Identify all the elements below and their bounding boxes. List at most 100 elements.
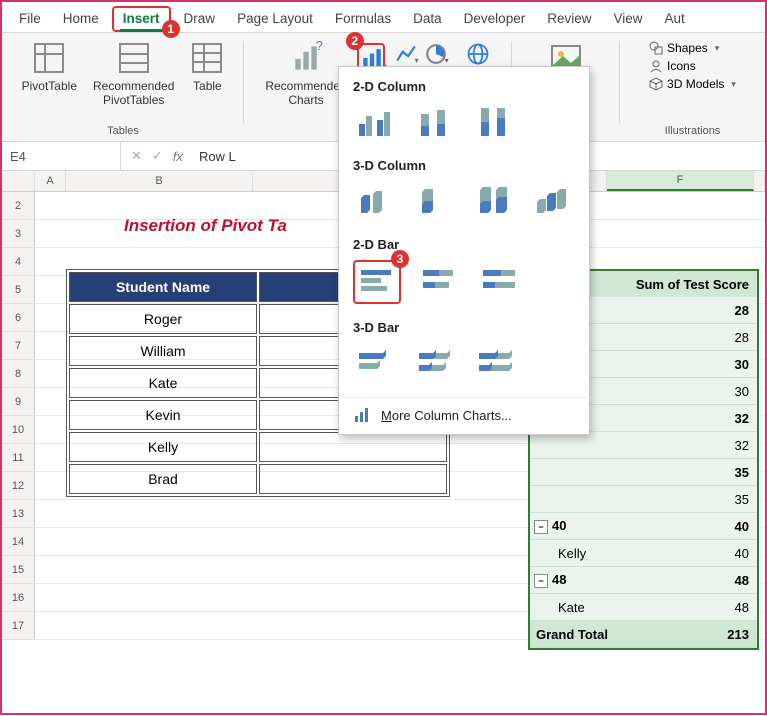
pivot-grand-total-val: 213 (701, 627, 757, 642)
col-header-B[interactable]: B (66, 171, 253, 191)
collapse-icon[interactable]: − (534, 520, 548, 534)
pivot-header-label: Sum of Test Score (636, 277, 749, 292)
chart-3d-100-stacked-bar[interactable] (473, 343, 517, 383)
chart-3d-clustered-bar[interactable] (353, 343, 397, 383)
tab-insert-label: Insert (123, 11, 160, 26)
pivot-val[interactable]: 32 (701, 438, 757, 453)
column-chart-icon (353, 406, 371, 424)
chart-3d-column[interactable] (532, 181, 576, 221)
pivot-val[interactable]: 30 (701, 384, 757, 399)
icons-icon (649, 59, 663, 73)
chart-clustered-column[interactable] (353, 102, 397, 142)
tab-developer[interactable]: Developer (453, 6, 537, 32)
cancel-icon[interactable]: ✕ (131, 148, 142, 164)
row-header[interactable]: 13 (2, 500, 34, 528)
student-cell[interactable]: William (69, 336, 257, 366)
table-button[interactable]: Table (184, 39, 230, 95)
svg-text:?: ? (316, 41, 323, 53)
tab-home[interactable]: Home (52, 6, 110, 32)
insert-pie-chart-button[interactable]: ▾ (425, 43, 445, 63)
enter-icon[interactable]: ✓ (152, 148, 163, 164)
pivot-val[interactable]: 48 (701, 600, 757, 615)
row-header[interactable]: 8 (2, 360, 34, 388)
callout-3: 3 (391, 250, 409, 268)
chart-3d-100-stacked-column[interactable] (472, 181, 516, 221)
shapes-button[interactable]: Shapes▾ (649, 41, 736, 55)
pivot-val[interactable]: 35 (701, 465, 757, 480)
tab-review[interactable]: Review (536, 6, 602, 32)
chart-3d-stacked-column[interactable] (413, 181, 457, 221)
row-header[interactable]: 14 (2, 528, 34, 556)
row-header[interactable]: 7 (2, 332, 34, 360)
insert-line-chart-button[interactable]: ▾ (395, 43, 415, 63)
maps-button[interactable] (459, 39, 497, 69)
cube-icon (649, 77, 663, 91)
icons-button[interactable]: Icons (649, 59, 736, 73)
row-header[interactable]: 6 (2, 304, 34, 332)
tab-formulas[interactable]: Formulas (324, 6, 402, 32)
recommended-pivot-button[interactable]: Recommended PivotTables (87, 39, 180, 109)
student-cell[interactable]: Roger (69, 304, 257, 334)
row-header[interactable]: 15 (2, 556, 34, 584)
col-header-F[interactable]: F (607, 171, 754, 191)
student-cell[interactable]: Kelly (69, 432, 257, 462)
pivot-val[interactable]: 40 (701, 546, 757, 561)
row-header[interactable]: 11 (2, 444, 34, 472)
row-header[interactable]: 12 (2, 472, 34, 500)
chart-stacked-column[interactable] (413, 102, 457, 142)
tab-data[interactable]: Data (402, 6, 453, 32)
pivot-val[interactable]: 30 (701, 357, 757, 372)
tab-pagelayout[interactable]: Page Layout (226, 6, 324, 32)
row-header[interactable]: 4 (2, 248, 34, 276)
chart-stacked-bar[interactable] (417, 260, 461, 300)
ribbon-tabs: File Home Insert 1 Draw Page Layout Form… (2, 2, 765, 33)
callout-2: 2 (346, 32, 364, 50)
row-header[interactable]: 5 (2, 276, 34, 304)
3d-models-button[interactable]: 3D Models▾ (649, 77, 736, 91)
chart-100-stacked-bar[interactable] (477, 260, 521, 300)
row-header[interactable]: 16 (2, 584, 34, 612)
tab-automate[interactable]: Aut (654, 6, 696, 32)
col-header-A[interactable]: A (35, 171, 66, 191)
recommended-charts-label: Recommended Charts (265, 79, 346, 107)
recommended-pivot-icon (117, 41, 151, 75)
fx-icon[interactable]: fx (173, 149, 183, 164)
chart-clustered-bar[interactable]: 3 (353, 260, 401, 304)
row-header[interactable]: 2 (2, 192, 34, 220)
pivot-val[interactable]: 35 (701, 492, 757, 507)
chart-3d-stacked-bar[interactable] (413, 343, 457, 383)
student-cell[interactable]: Brad (69, 464, 257, 494)
pivot-val[interactable]: 32 (701, 411, 757, 426)
group-illustrations-footer: Illustrations (665, 125, 721, 139)
pivottable-button[interactable]: PivotTable (16, 39, 83, 95)
pivot-val[interactable]: 28 (701, 303, 757, 318)
tab-draw[interactable]: Draw (173, 6, 227, 32)
students-header-name: Student Name (69, 272, 257, 302)
row-header[interactable]: 3 (2, 220, 34, 248)
row-header[interactable]: 17 (2, 612, 34, 640)
student-cell[interactable]: Kate (69, 368, 257, 398)
student-cell[interactable]: Kevin (69, 400, 257, 430)
collapse-icon[interactable]: − (534, 574, 548, 588)
pivot-val[interactable]: 40 (701, 519, 757, 534)
group-tables-footer: Tables (107, 125, 139, 139)
tab-view[interactable]: View (602, 6, 653, 32)
dd-section-3d-column: 3-D Column (339, 156, 589, 181)
ribbon-group-tables: PivotTable Recommended PivotTables Table… (2, 33, 244, 141)
tab-insert[interactable]: Insert 1 (112, 6, 171, 32)
recommended-charts-icon: ? (289, 41, 323, 75)
chart-3d-clustered-column[interactable] (353, 181, 397, 221)
dd-section-3d-bar: 3-D Bar (339, 318, 589, 343)
globe-icon (465, 41, 491, 67)
pivot-val[interactable]: 28 (701, 330, 757, 345)
table-label: Table (193, 79, 222, 93)
table-icon (190, 41, 224, 75)
row-header[interactable]: 9 (2, 388, 34, 416)
chart-100-stacked-column[interactable] (473, 102, 517, 142)
pivottable-label: PivotTable (22, 79, 77, 93)
row-header[interactable]: 10 (2, 416, 34, 444)
more-column-charts[interactable]: MMore Column Charts...ore Column Charts.… (339, 397, 589, 428)
name-box[interactable]: E4 (2, 142, 121, 170)
tab-file[interactable]: File (8, 6, 52, 32)
pivot-val[interactable]: 48 (701, 573, 757, 588)
